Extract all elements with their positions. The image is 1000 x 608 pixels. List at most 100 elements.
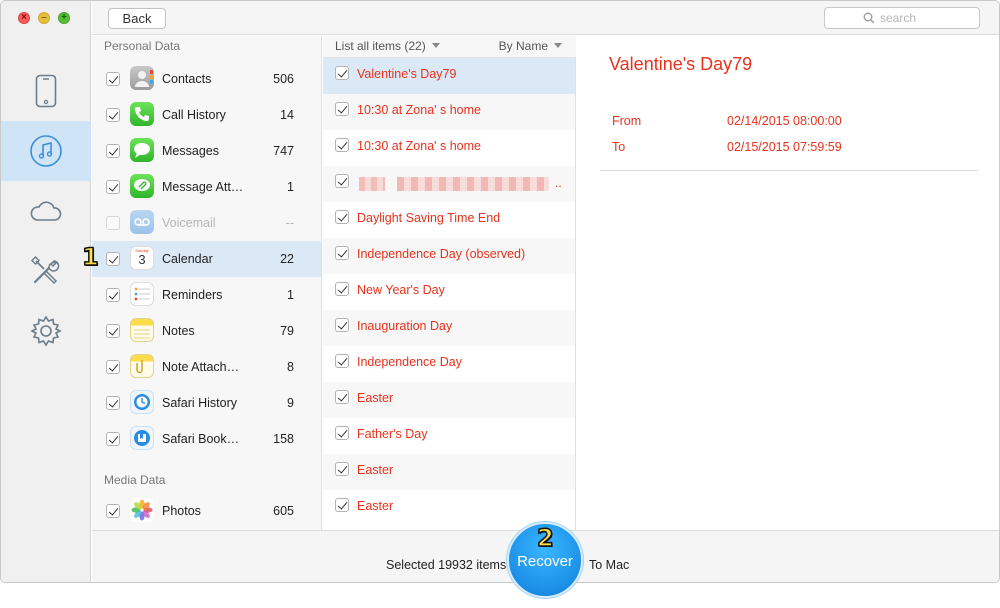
list-item[interactable]: Inauguration Day — [323, 310, 575, 346]
list-item[interactable]: Independence Day (observed) — [323, 238, 575, 274]
from-value: 02/14/2015 08:00:00 — [727, 114, 842, 128]
calendar-icon: Sunday 3 — [130, 246, 154, 270]
category-checkbox[interactable] — [106, 252, 120, 266]
contacts-icon — [130, 66, 154, 90]
minimize-window-button[interactable]: – — [38, 12, 50, 24]
notes-icon — [130, 318, 154, 342]
category-voicemail[interactable]: Voicemail -- — [92, 205, 321, 241]
item-checkbox[interactable] — [335, 282, 349, 296]
step-1-badge: 1 — [81, 242, 99, 272]
item-checkbox[interactable] — [335, 174, 349, 188]
item-list: Valentine's Day79 10:30 at Zona' s home … — [323, 58, 576, 530]
category-name: Voicemail — [162, 216, 216, 230]
category-list: Personal Data Contacts 506 Call History … — [92, 36, 322, 530]
category-checkbox[interactable] — [106, 108, 120, 122]
category-checkbox[interactable] — [106, 504, 120, 518]
list-item[interactable]: Independence Day — [323, 346, 575, 382]
to-mac-text: To Mac — [589, 558, 630, 572]
message-attachment-icon — [130, 174, 154, 198]
note-attachment-icon — [130, 354, 154, 378]
category-note-attachments[interactable]: Note Attach… 8 — [92, 349, 321, 385]
category-name: Call History — [162, 108, 226, 122]
detail-title: Valentine's Day79 — [609, 54, 753, 74]
to-value: 02/15/2015 07:59:59 — [727, 140, 842, 154]
list-item-blurred[interactable]: .. — [323, 166, 575, 202]
rail-tools-button[interactable] — [1, 241, 91, 301]
close-window-button[interactable]: × — [18, 12, 30, 24]
category-message-attachments[interactable]: Message Att… 1 — [92, 169, 321, 205]
chevron-down-icon — [554, 43, 562, 48]
redacted-text — [397, 177, 549, 191]
category-messages[interactable]: Messages 747 — [92, 133, 321, 169]
sort-by-dropdown[interactable]: By Name — [499, 39, 562, 53]
list-item[interactable]: 10:30 at Zona' s home — [323, 130, 575, 166]
music-note-icon — [30, 135, 62, 167]
item-checkbox[interactable] — [335, 318, 349, 332]
search-input[interactable]: search — [824, 7, 980, 29]
item-checkbox[interactable] — [335, 462, 349, 476]
category-name: Notes — [162, 324, 195, 338]
item-title: Valentine's Day79 — [357, 67, 457, 81]
category-notes[interactable]: Notes 79 — [92, 313, 321, 349]
rail-settings-button[interactable] — [1, 301, 91, 361]
category-count: 22 — [280, 252, 294, 266]
cloud-icon — [30, 201, 62, 221]
list-item[interactable]: Father's Day — [323, 418, 575, 454]
list-item[interactable]: Easter — [323, 490, 575, 526]
tools-icon — [30, 255, 60, 285]
list-item[interactable]: Valentine's Day79 — [323, 58, 575, 94]
category-call-history[interactable]: Call History 14 — [92, 97, 321, 133]
category-count: 8 — [287, 360, 294, 374]
category-checkbox[interactable] — [106, 72, 120, 86]
left-rail: × – + — [1, 1, 91, 582]
category-checkbox[interactable] — [106, 360, 120, 374]
category-checkbox[interactable] — [106, 216, 120, 230]
list-item[interactable]: 10:30 at Zona' s home — [323, 94, 575, 130]
from-label: From — [612, 114, 642, 128]
item-checkbox[interactable] — [335, 246, 349, 260]
category-name: Photos — [162, 504, 201, 518]
list-item[interactable]: Easter — [323, 454, 575, 490]
app-window: × – + Back search Personal Data Contacts… — [0, 0, 1000, 583]
category-name: Message Att… — [162, 180, 244, 194]
category-checkbox[interactable] — [106, 432, 120, 446]
item-checkbox[interactable] — [335, 66, 349, 80]
category-checkbox[interactable] — [106, 144, 120, 158]
photos-icon — [130, 498, 154, 522]
item-title: New Year's Day — [357, 283, 445, 297]
truncation-ellipsis: .. — [555, 176, 562, 190]
redacted-text — [359, 177, 385, 191]
category-count: 605 — [273, 504, 294, 518]
item-checkbox[interactable] — [335, 390, 349, 404]
list-item[interactable]: Easter — [323, 382, 575, 418]
item-checkbox[interactable] — [335, 210, 349, 224]
category-safari-history[interactable]: Safari History 9 — [92, 385, 321, 421]
rail-device-button[interactable] — [1, 61, 91, 121]
zoom-window-button[interactable]: + — [58, 12, 70, 24]
category-checkbox[interactable] — [106, 324, 120, 338]
search-icon — [863, 12, 875, 24]
item-checkbox[interactable] — [335, 354, 349, 368]
search-placeholder: search — [880, 11, 917, 25]
category-reminders[interactable]: Reminders 1 — [92, 277, 321, 313]
rail-icloud-button[interactable] — [1, 181, 91, 241]
rail-itunes-button[interactable] — [1, 121, 91, 181]
category-calendar[interactable]: Sunday 3 Calendar 22 — [92, 241, 321, 277]
category-safari-bookmarks[interactable]: Safari Book… 158 — [92, 421, 321, 457]
item-checkbox[interactable] — [335, 426, 349, 440]
item-checkbox[interactable] — [335, 498, 349, 512]
category-photos[interactable]: Photos 605 — [92, 493, 321, 529]
category-contacts[interactable]: Contacts 506 — [92, 61, 321, 97]
item-title: Independence Day (observed) — [357, 247, 526, 261]
list-all-items-dropdown[interactable]: List all items (22) — [335, 39, 440, 53]
list-item[interactable]: Daylight Saving Time End — [323, 202, 575, 238]
list-item[interactable]: New Year's Day — [323, 274, 575, 310]
item-checkbox[interactable] — [335, 102, 349, 116]
personal-data-header: Personal Data — [104, 39, 181, 53]
category-checkbox[interactable] — [106, 180, 120, 194]
category-checkbox[interactable] — [106, 396, 120, 410]
back-button[interactable]: Back — [108, 8, 166, 29]
item-title: Easter — [357, 463, 394, 477]
category-checkbox[interactable] — [106, 288, 120, 302]
item-checkbox[interactable] — [335, 138, 349, 152]
